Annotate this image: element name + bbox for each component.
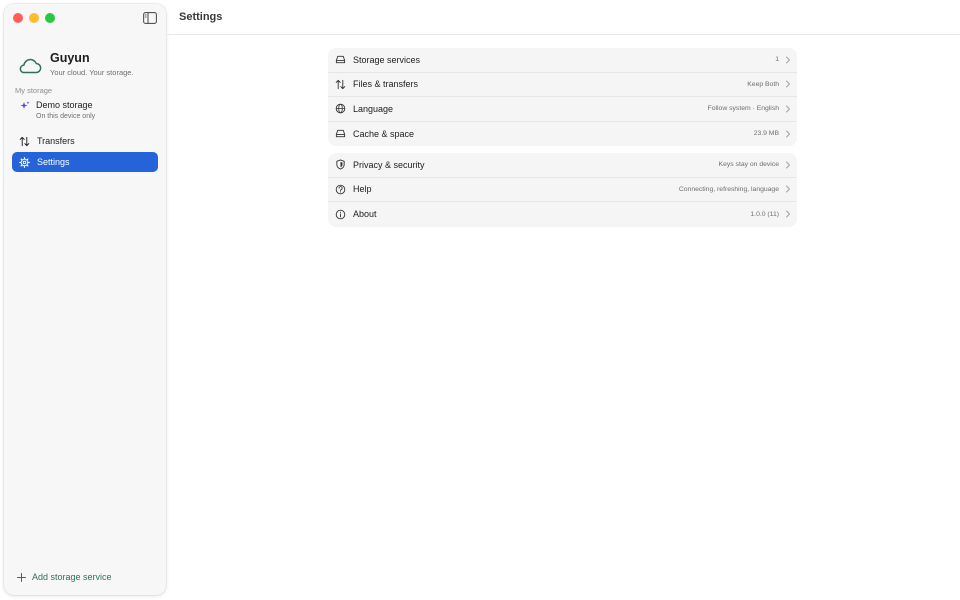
settings-row-cache-space[interactable]: Cache & space 23.9 MB (328, 122, 797, 147)
info-circle-icon (335, 209, 346, 220)
settings-row-help[interactable]: Help Connecting, refreshing, language (328, 178, 797, 202)
sidebar-item-label: Settings (37, 157, 70, 167)
sparkle-icon (20, 101, 30, 109)
settings-row-storage-services[interactable]: Storage services 1 (328, 48, 797, 73)
row-value: 1 (775, 56, 779, 64)
chevron-right-icon (786, 185, 790, 193)
row-label: Help (353, 184, 372, 195)
plus-icon (17, 572, 26, 582)
chevron-right-icon (786, 210, 790, 218)
minimize-window-button[interactable] (29, 13, 39, 23)
settings-row-language[interactable]: Language Follow system · English (328, 97, 797, 122)
arrows-up-down-icon (335, 79, 346, 89)
row-label: About (353, 209, 377, 220)
zoom-window-button[interactable] (45, 13, 55, 23)
app-name: Guyun (50, 51, 90, 65)
settings-row-about[interactable]: About 1.0.0 (11) (328, 202, 797, 227)
question-circle-icon (335, 184, 346, 195)
chevron-right-icon (786, 80, 790, 88)
sidebar-item-transfers[interactable]: Transfers (12, 131, 158, 151)
row-label: Language (353, 103, 394, 114)
settings-group-info: Privacy & security Keys stay on device H… (328, 153, 797, 227)
row-label: Files & transfers (353, 79, 419, 90)
shield-icon (336, 159, 345, 170)
my-storage-section-label: My storage (15, 86, 53, 95)
chevron-right-icon (786, 130, 790, 138)
window-controls (13, 13, 55, 23)
arrows-up-down-icon (19, 136, 30, 146)
header-bar: Settings (166, 0, 960, 35)
cloud-icon (19, 58, 42, 74)
row-value: 1.0.0 (11) (750, 210, 779, 218)
settings-group-general: Storage services 1 Files & transfers Kee… (328, 48, 797, 146)
close-window-button[interactable] (13, 13, 23, 23)
chevron-right-icon (786, 105, 790, 113)
sidebar-toggle-icon[interactable] (143, 12, 157, 24)
settings-row-privacy-security[interactable]: Privacy & security Keys stay on device (328, 153, 797, 178)
row-value: Keep Both (747, 80, 779, 88)
settings-row-files-transfers[interactable]: Files & transfers Keep Both (328, 73, 797, 97)
add-storage-service-button[interactable]: Add storage service (17, 572, 112, 582)
app-window: Guyun Your cloud. Your storage. My stora… (0, 0, 960, 600)
row-value: 23.9 MB (753, 130, 779, 138)
add-storage-service-label: Add storage service (32, 572, 112, 582)
sidebar: Guyun Your cloud. Your storage. My stora… (4, 4, 166, 595)
sidebar-item-settings[interactable]: Settings (12, 152, 158, 172)
app-brand: Guyun Your cloud. Your storage. (16, 51, 134, 77)
row-label: Storage services (353, 54, 421, 65)
chevron-right-icon (786, 161, 790, 169)
page-title: Settings (179, 11, 223, 23)
drive-icon (335, 56, 346, 64)
demo-storage-subtitle: On this device only (36, 113, 96, 120)
row-value: Connecting, refreshing, language (678, 185, 779, 193)
app-tagline: Your cloud. Your storage. (50, 68, 134, 77)
row-label: Privacy & security (353, 159, 425, 170)
drive-icon (335, 130, 346, 138)
globe-icon (335, 103, 346, 114)
row-value: Follow system · English (707, 105, 779, 113)
chevron-right-icon (786, 56, 790, 64)
row-label: Cache & space (353, 128, 415, 139)
row-value: Keys stay on device (718, 161, 779, 169)
gear-icon (19, 156, 30, 168)
sidebar-item-demo-storage[interactable]: Demo storage On this device only (20, 100, 95, 120)
sidebar-item-label: Transfers (37, 136, 75, 146)
demo-storage-name: Demo storage (36, 100, 93, 110)
